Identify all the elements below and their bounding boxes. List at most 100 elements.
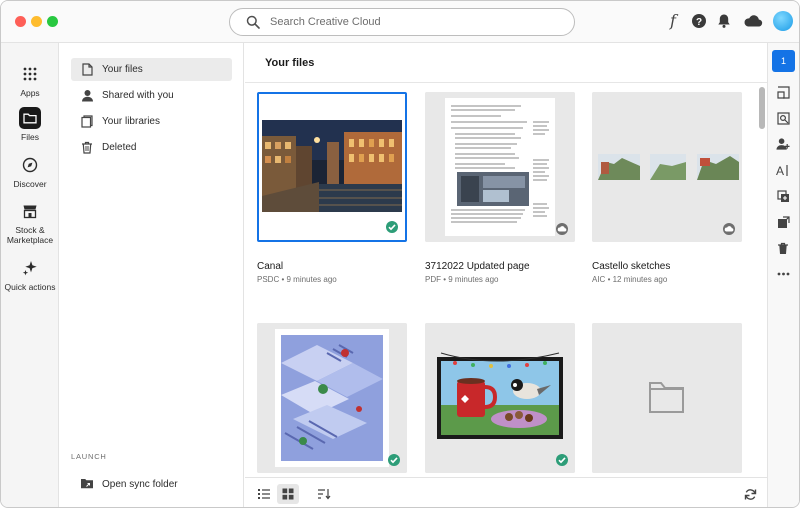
main-content: Your files Canal PSDC • 9 minutes ago 37… bbox=[245, 43, 767, 507]
file-type: AIC bbox=[592, 275, 606, 284]
file-card[interactable] bbox=[257, 323, 407, 473]
rail-label: Discover bbox=[13, 179, 47, 189]
nav-item-label: Your files bbox=[102, 64, 143, 75]
nav-item-your-libraries[interactable]: Your libraries bbox=[71, 110, 232, 133]
minimize-window-button[interactable] bbox=[31, 16, 42, 27]
nav-item-label: Shared with you bbox=[102, 90, 174, 101]
cloud-only-icon bbox=[723, 223, 735, 235]
page-title: Your files bbox=[265, 57, 315, 69]
selection-count-badge[interactable]: 1 bbox=[772, 50, 795, 72]
launch-heading: LAUNCH bbox=[71, 452, 107, 461]
file-time: 12 minutes ago bbox=[612, 275, 668, 284]
file-name: Castello sketches bbox=[592, 261, 671, 272]
synced-check-icon bbox=[388, 454, 400, 466]
stock-icon bbox=[19, 200, 41, 222]
file-thumbnail[interactable] bbox=[257, 92, 407, 242]
left-rail: Apps Files Discover Stock & Marketplace … bbox=[1, 43, 59, 507]
open-sync-folder-link[interactable]: Open sync folder bbox=[71, 473, 178, 495]
preview-icon[interactable] bbox=[776, 111, 790, 125]
folder-icon bbox=[19, 107, 41, 129]
file-meta: PSDC • 9 minutes ago bbox=[257, 275, 337, 284]
open-in-app-icon[interactable] bbox=[776, 85, 790, 99]
file-thumbnail[interactable] bbox=[425, 323, 575, 473]
avatar[interactable] bbox=[773, 11, 793, 31]
vertical-scrollbar[interactable] bbox=[759, 87, 765, 129]
title-bar: f ? bbox=[1, 1, 799, 43]
person-icon bbox=[80, 89, 94, 103]
folder-thumbnail[interactable] bbox=[592, 323, 742, 473]
nav-item-your-files[interactable]: Your files bbox=[71, 58, 232, 81]
nav-item-shared-with-you[interactable]: Shared with you bbox=[71, 84, 232, 107]
app-window: f ? Apps Files bbox=[0, 0, 800, 508]
apps-grid-icon bbox=[19, 63, 41, 85]
zoom-window-button[interactable] bbox=[47, 16, 58, 27]
file-card[interactable]: 3712022 Updated page PDF • 9 minutes ago bbox=[425, 92, 575, 292]
file-name: 3712022 Updated page bbox=[425, 261, 530, 272]
duplicate-icon[interactable] bbox=[776, 189, 790, 203]
synced-check-icon bbox=[556, 454, 568, 466]
file-time: 9 minutes ago bbox=[448, 275, 499, 284]
notifications-bell-icon[interactable] bbox=[716, 13, 732, 29]
list-view-button[interactable] bbox=[253, 484, 275, 504]
svg-text:A: A bbox=[776, 164, 784, 177]
sync-folder-icon bbox=[80, 477, 94, 491]
rail-item-stock[interactable]: Stock & Marketplace bbox=[1, 200, 59, 245]
file-card[interactable]: Castello sketches AIC • 12 minutes ago bbox=[592, 92, 742, 292]
rename-icon[interactable]: A bbox=[776, 163, 790, 177]
search-box[interactable] bbox=[229, 8, 575, 36]
list-view-icon bbox=[257, 488, 271, 500]
synced-check-icon bbox=[386, 221, 398, 233]
search-input[interactable] bbox=[270, 13, 560, 31]
sync-folder-label: Open sync folder bbox=[102, 478, 178, 490]
sort-icon bbox=[317, 488, 331, 500]
file-icon bbox=[80, 63, 94, 77]
file-card[interactable] bbox=[425, 323, 575, 473]
file-card[interactable]: Canal PSDC • 9 minutes ago bbox=[257, 92, 407, 292]
meta-separator: • bbox=[605, 275, 613, 284]
sparkle-icon bbox=[19, 257, 41, 279]
library-icon bbox=[80, 115, 94, 129]
files-nav: Your files Shared with you Your librarie… bbox=[60, 43, 244, 507]
sort-button[interactable] bbox=[313, 484, 335, 504]
file-thumbnail[interactable] bbox=[257, 323, 407, 473]
rail-item-apps[interactable]: Apps bbox=[1, 63, 59, 98]
add-person-icon[interactable] bbox=[776, 137, 790, 151]
right-action-panel: 1 A bbox=[767, 43, 799, 507]
file-type: PDF bbox=[425, 275, 441, 284]
file-time: 9 minutes ago bbox=[286, 275, 337, 284]
file-thumbnail[interactable] bbox=[592, 92, 742, 242]
help-icon[interactable]: ? bbox=[691, 13, 707, 29]
rail-item-files[interactable]: Files bbox=[1, 107, 59, 142]
file-thumbnail[interactable] bbox=[425, 92, 575, 242]
nav-item-deleted[interactable]: Deleted bbox=[71, 136, 232, 159]
folder-card[interactable] bbox=[592, 323, 742, 473]
delete-icon[interactable] bbox=[776, 241, 790, 255]
move-icon[interactable] bbox=[776, 215, 790, 229]
grid-view-button[interactable] bbox=[277, 484, 299, 504]
nav-item-label: Your libraries bbox=[102, 116, 160, 127]
file-grid: Canal PSDC • 9 minutes ago 3712022 Updat… bbox=[245, 83, 755, 473]
cloud-sync-icon[interactable] bbox=[743, 13, 763, 29]
file-meta: AIC • 12 minutes ago bbox=[592, 275, 667, 284]
discover-icon bbox=[19, 154, 41, 176]
rail-label: Apps bbox=[20, 88, 40, 98]
rail-label: Files bbox=[21, 132, 39, 142]
refresh-button[interactable] bbox=[739, 484, 761, 504]
file-meta: PDF • 9 minutes ago bbox=[425, 275, 499, 284]
close-window-button[interactable] bbox=[15, 16, 26, 27]
fonts-icon[interactable]: f bbox=[665, 13, 681, 29]
rail-item-quick-actions[interactable]: Quick actions bbox=[1, 257, 59, 292]
search-icon bbox=[246, 15, 260, 29]
refresh-icon bbox=[744, 488, 757, 501]
cloud-only-icon bbox=[556, 223, 568, 235]
trash-icon bbox=[80, 141, 94, 155]
file-type: PSDC bbox=[257, 275, 280, 284]
view-toolbar bbox=[245, 477, 767, 507]
grid-view-icon bbox=[282, 488, 294, 500]
svg-text:?: ? bbox=[696, 17, 702, 28]
rail-label: Quick actions bbox=[4, 282, 56, 292]
rail-item-discover[interactable]: Discover bbox=[1, 154, 59, 189]
more-options-icon[interactable] bbox=[776, 267, 790, 281]
file-name: Canal bbox=[257, 261, 284, 272]
nav-item-label: Deleted bbox=[102, 142, 137, 153]
